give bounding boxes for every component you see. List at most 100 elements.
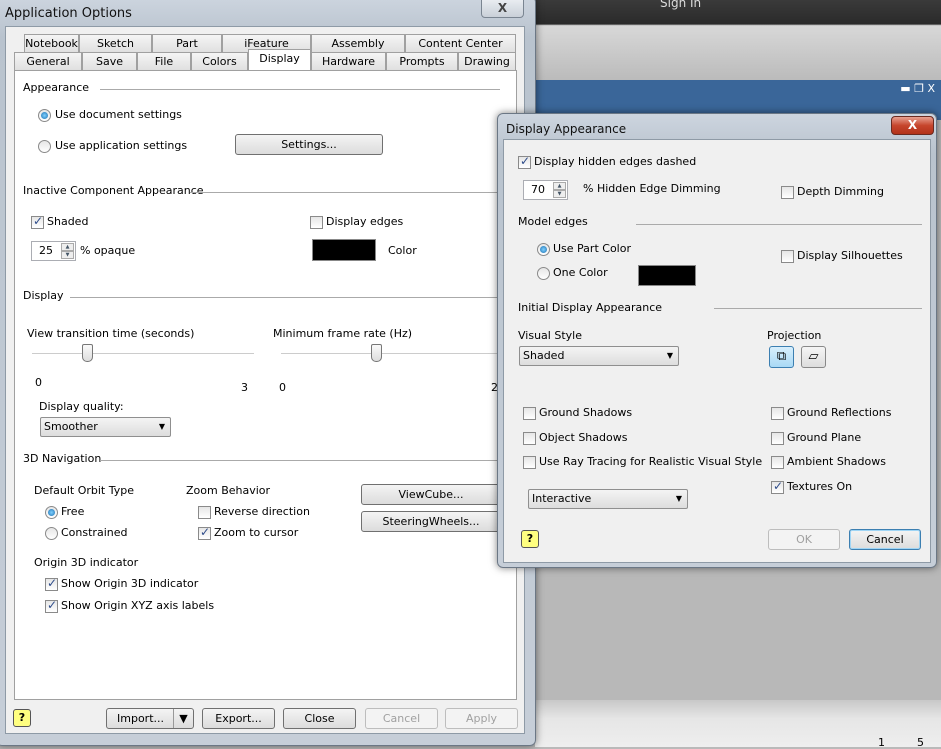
model-edges-heading: Model edges: [518, 215, 588, 228]
display-quality-label: Display quality:: [39, 400, 124, 413]
spin-down-icon[interactable]: ▼: [61, 251, 74, 259]
tab-drawing[interactable]: Drawing: [458, 52, 516, 70]
initial-display-heading: Initial Display Appearance: [518, 301, 663, 314]
settings-button[interactable]: Settings...: [235, 134, 383, 155]
viewcube-button[interactable]: ViewCube...: [361, 484, 501, 505]
dialog-title: Display Appearance: [506, 122, 627, 136]
cancel-button[interactable]: Cancel: [365, 708, 438, 729]
tab-assembly[interactable]: Assembly: [311, 34, 405, 52]
one-color-label: One Color: [553, 266, 608, 279]
depth-dimming-checkbox[interactable]: [781, 186, 794, 199]
chevron-down-icon: ▼: [666, 351, 673, 360]
orthographic-cube-icon: ⧉: [776, 349, 787, 364]
dialog-title: Application Options: [5, 6, 132, 21]
tab-prompts[interactable]: Prompts: [386, 52, 458, 70]
sign-in-link[interactable]: Sign In: [660, 0, 701, 10]
opaque-label: % opaque: [80, 244, 136, 257]
spin-down-icon[interactable]: ▼: [553, 190, 566, 198]
close-button[interactable]: X: [481, 0, 524, 18]
object-shadows-checkbox[interactable]: [523, 432, 536, 445]
import-label: Import...: [117, 712, 164, 725]
close-button[interactable]: X: [891, 116, 934, 135]
status-bar: 1 5: [535, 700, 941, 749]
free-orbit-radio[interactable]: [45, 506, 58, 519]
one-color-swatch[interactable]: [638, 265, 696, 286]
tab-part[interactable]: Part: [152, 34, 222, 52]
orthographic-projection-button[interactable]: ⧉: [769, 346, 794, 368]
tab-general[interactable]: General: [14, 52, 82, 70]
use-document-settings-radio[interactable]: [38, 109, 51, 122]
ok-button[interactable]: OK: [768, 529, 840, 550]
ground-shadows-label: Ground Shadows: [539, 406, 633, 419]
visual-style-select[interactable]: Shaded ▼: [519, 346, 679, 366]
use-part-color-radio[interactable]: [537, 243, 550, 256]
dimming-label: % Hidden Edge Dimming: [583, 182, 721, 195]
chevron-down-icon: ▼: [158, 422, 165, 431]
apply-button[interactable]: Apply: [445, 708, 518, 729]
constrained-orbit-radio[interactable]: [45, 527, 58, 540]
perspective-cube-icon: ▱: [808, 349, 819, 364]
ground-reflections-checkbox[interactable]: [771, 407, 784, 420]
hidden-edge-dimming-stepper[interactable]: 70 ▲ ▼: [523, 180, 568, 200]
tab-notebook[interactable]: Notebook: [24, 34, 79, 52]
frame-rate-slider-thumb[interactable]: [371, 344, 382, 362]
ray-tracing-checkbox[interactable]: [523, 456, 536, 469]
reverse-direction-checkbox[interactable]: [198, 506, 211, 519]
view-transition-slider-thumb[interactable]: [81, 344, 93, 362]
hidden-edges-dashed-checkbox[interactable]: [518, 154, 531, 169]
constrained-label: Constrained: [61, 526, 128, 539]
help-icon[interactable]: ?: [13, 709, 31, 727]
application-options-dialog: Application Options X Notebook Sketch Pa…: [0, 0, 536, 746]
section-inactive-component: Inactive Component Appearance: [23, 184, 204, 197]
window-controls-icon[interactable]: ▬ ❐ X: [900, 82, 935, 95]
use-part-color-label: Use Part Color: [553, 242, 631, 255]
spin-up-icon[interactable]: ▲: [553, 182, 566, 190]
tab-colors[interactable]: Colors: [191, 52, 248, 70]
help-icon[interactable]: ?: [521, 530, 539, 548]
cancel-button[interactable]: Cancel: [849, 529, 921, 550]
spin-up-icon[interactable]: ▲: [61, 243, 74, 251]
view-transition-slider-track[interactable]: [32, 353, 254, 355]
object-shadows-label: Object Shadows: [539, 431, 628, 444]
frame-rate-slider-track[interactable]: [281, 353, 521, 355]
use-application-settings-radio[interactable]: [38, 140, 51, 153]
show-origin-3d-label: Show Origin 3D indicator: [61, 577, 199, 590]
slider-min: 0: [35, 376, 42, 389]
selected-value: Interactive: [532, 492, 592, 505]
tab-hardware[interactable]: Hardware: [311, 52, 386, 70]
import-dropdown-icon[interactable]: ▼: [173, 709, 193, 728]
show-origin-3d-checkbox[interactable]: [45, 576, 58, 591]
edge-color-swatch[interactable]: [312, 239, 376, 261]
shaded-checkbox[interactable]: [31, 214, 44, 229]
opaque-stepper[interactable]: 25 ▲ ▼: [31, 241, 76, 261]
textures-on-checkbox[interactable]: [771, 479, 784, 494]
display-edges-checkbox[interactable]: [310, 216, 323, 229]
section-appearance: Appearance: [23, 81, 90, 94]
zoom-to-cursor-checkbox[interactable]: [198, 525, 211, 540]
opaque-value: 25: [39, 244, 53, 257]
perspective-projection-button[interactable]: ▱: [801, 346, 826, 368]
tab-content-center[interactable]: Content Center: [405, 34, 516, 52]
tab-file[interactable]: File: [137, 52, 191, 70]
show-xyz-labels-checkbox[interactable]: [45, 598, 58, 613]
tab-save[interactable]: Save: [82, 52, 137, 70]
ray-tracing-mode-select[interactable]: Interactive ▼: [528, 489, 688, 509]
close-dialog-button[interactable]: Close: [283, 708, 356, 729]
projection-label: Projection: [767, 329, 822, 342]
ambient-shadows-checkbox[interactable]: [771, 456, 784, 469]
ground-plane-checkbox[interactable]: [771, 432, 784, 445]
display-quality-select[interactable]: Smoother ▼: [40, 417, 171, 437]
ground-shadows-checkbox[interactable]: [523, 407, 536, 420]
tab-display[interactable]: Display: [248, 49, 311, 70]
visual-style-label: Visual Style: [518, 329, 582, 342]
display-appearance-dialog: Display Appearance X Display hidden edge…: [497, 113, 937, 568]
steeringwheels-button[interactable]: SteeringWheels...: [361, 511, 501, 532]
import-button[interactable]: Import... ▼: [106, 708, 194, 729]
tab-sketch[interactable]: Sketch: [79, 34, 152, 52]
one-color-radio[interactable]: [537, 267, 550, 280]
display-silhouettes-checkbox[interactable]: [781, 250, 794, 263]
selected-value: Smoother: [44, 420, 98, 433]
export-button[interactable]: Export...: [202, 708, 275, 729]
min-frame-rate-label: Minimum frame rate (Hz): [273, 327, 413, 340]
slider-max: 3: [241, 381, 248, 394]
